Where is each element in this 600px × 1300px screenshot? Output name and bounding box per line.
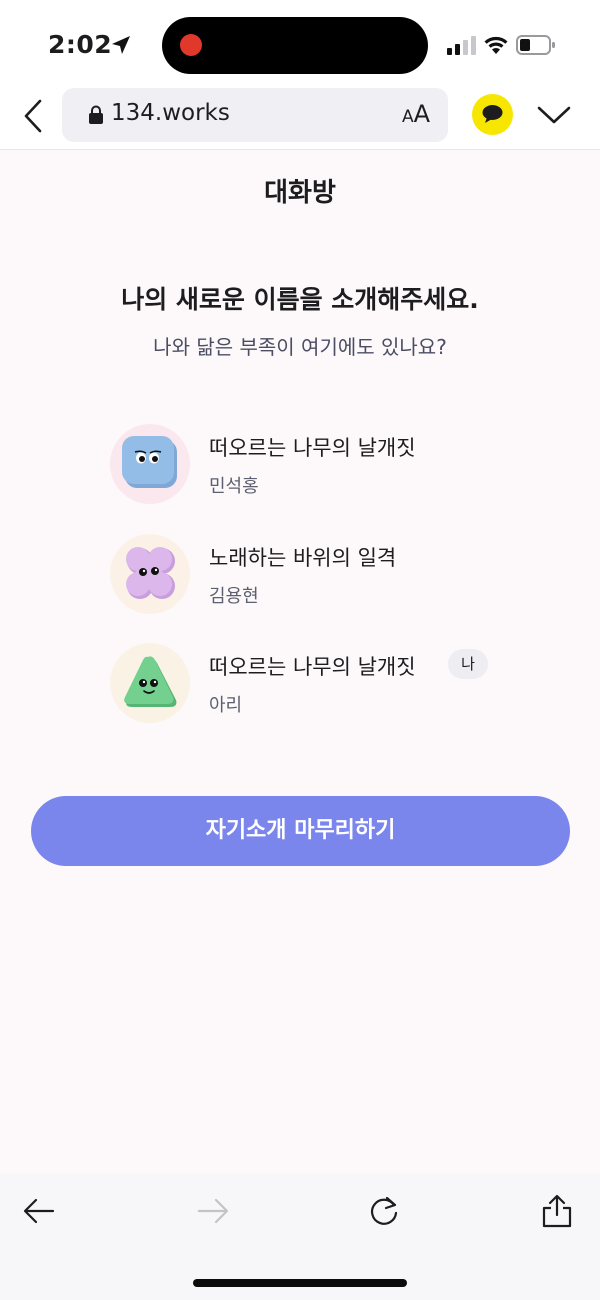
arrow-right-icon[interactable] — [196, 1194, 230, 1228]
arrow-left-icon[interactable] — [22, 1194, 56, 1228]
member-item: 떠오르는 나무의 날개짓 민석홍 — [110, 424, 530, 504]
text-size-big-a: A — [413, 100, 430, 128]
avatar — [110, 424, 190, 504]
kakaotalk-button[interactable] — [472, 94, 513, 135]
location-arrow-icon — [112, 36, 130, 54]
member-subname: 김용현 — [209, 586, 259, 607]
member-item: 노래하는 바위의 일격 김용현 — [110, 534, 530, 614]
share-icon[interactable] — [540, 1194, 574, 1228]
chevron-left-icon[interactable] — [20, 98, 46, 134]
avatar — [110, 643, 190, 723]
recording-dot-icon — [180, 34, 202, 56]
url-text: 134.works — [111, 100, 230, 126]
browser-top-bar: 134.works AA — [0, 88, 600, 150]
member-name: 노래하는 바위의 일격 — [209, 546, 397, 570]
address-bar[interactable]: 134.works AA — [62, 88, 448, 142]
status-time: 2:02 — [48, 30, 113, 59]
triangle-creature-icon — [124, 656, 177, 707]
member-name: 떠오르는 나무의 날개짓 — [209, 655, 416, 679]
screen: 2:02 134.works AA 대화방 나의 새로운 이름을 소개해주세요.… — [0, 0, 600, 1300]
status-bar: 2:02 — [0, 0, 600, 88]
member-item-me: 떠오르는 나무의 날개짓 나 아리 — [110, 643, 530, 723]
chevron-down-icon[interactable] — [536, 102, 572, 128]
member-subname: 아리 — [209, 695, 243, 716]
me-badge: 나 — [448, 649, 488, 679]
reload-icon[interactable] — [367, 1194, 401, 1228]
chat-bubble-icon — [482, 105, 503, 123]
browser-bottom-toolbar — [0, 1174, 600, 1300]
clover-creature-icon — [126, 547, 175, 599]
subheadline: 나와 닮은 부족이 여기에도 있나요? — [153, 335, 447, 359]
avatar — [110, 534, 190, 614]
member-name: 떠오르는 나무의 날개짓 — [209, 436, 416, 460]
dynamic-island — [162, 17, 428, 74]
wifi-icon — [484, 36, 508, 54]
battery-icon — [516, 35, 555, 55]
text-size-button[interactable]: AA — [402, 100, 430, 128]
square-creature-icon — [122, 436, 177, 488]
headline: 나의 새로운 이름을 소개해주세요. — [121, 285, 479, 314]
finish-introduction-button[interactable]: 자기소개 마무리하기 — [31, 796, 570, 866]
cellular-signal-icon — [447, 36, 476, 55]
text-size-small-a: A — [401, 107, 414, 127]
page-title: 대화방 — [264, 178, 336, 208]
home-indicator — [193, 1279, 407, 1287]
lock-icon — [89, 105, 103, 124]
member-subname: 민석홍 — [209, 476, 259, 497]
